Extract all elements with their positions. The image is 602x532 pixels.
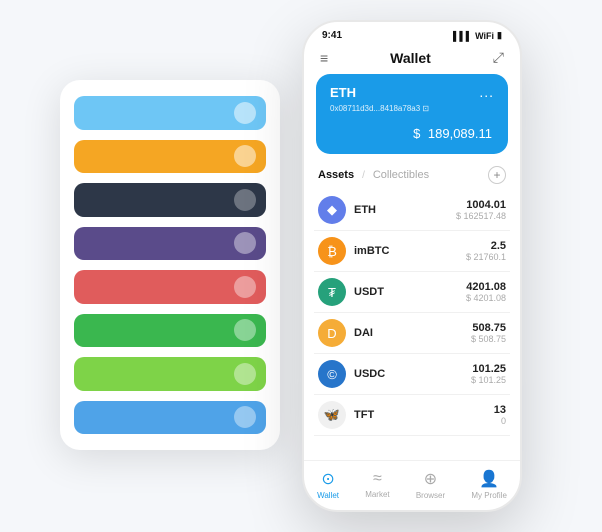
assets-header: Assets / Collectibles + <box>304 164 520 190</box>
eth-card-header: ETH ... <box>330 84 494 100</box>
bg-card-dot <box>234 145 256 167</box>
asset-amount-usd: $ 162517.48 <box>456 211 506 221</box>
bg-card-row <box>74 314 266 348</box>
nav-item-browser[interactable]: ⊕ Browser <box>416 469 445 500</box>
asset-amount-main: 101.25 <box>471 363 506 375</box>
asset-icon-usdc: © <box>318 360 346 388</box>
bottom-navigation: ⊙ Wallet ≈ Market ⊕ Browser 👤 My Profile <box>304 460 520 510</box>
asset-name-usdc: USDC <box>354 368 471 380</box>
bg-card-dot <box>234 189 256 211</box>
asset-icon-dai: D <box>318 319 346 347</box>
asset-amount-main: 508.75 <box>471 322 506 334</box>
nav-icon-wallet: ⊙ <box>321 469 334 489</box>
bg-card-row <box>74 140 266 174</box>
bg-card-dot <box>234 319 256 341</box>
bg-card-row <box>74 183 266 217</box>
asset-name-imbtc: imBTC <box>354 245 466 257</box>
tab-assets[interactable]: Assets <box>318 169 354 181</box>
asset-amount-dai: 508.75$ 508.75 <box>471 322 506 344</box>
phone-mockup: 9:41 ▌▌▌ WiFi ▮ ≡ Wallet ⤢ ETH ... 0x087… <box>302 20 522 512</box>
expand-icon[interactable]: ⤢ <box>493 49 504 66</box>
asset-name-eth: ETH <box>354 204 456 216</box>
asset-name-usdt: USDT <box>354 286 466 298</box>
status-bar: 9:41 ▌▌▌ WiFi ▮ <box>304 22 520 45</box>
eth-balance: $ 189,089.11 <box>330 121 494 144</box>
tab-divider: / <box>362 170 365 181</box>
bg-card-row <box>74 270 266 304</box>
asset-amount-tft: 130 <box>494 404 506 426</box>
page-title: Wallet <box>390 50 431 66</box>
asset-row[interactable]: ◆ ETH1004.01$ 162517.48 <box>314 190 510 231</box>
tab-collectibles[interactable]: Collectibles <box>373 169 429 181</box>
eth-card-options[interactable]: ... <box>479 84 494 100</box>
bg-card-row <box>74 357 266 391</box>
asset-name-tft: TFT <box>354 409 494 421</box>
nav-label-wallet: Wallet <box>317 491 339 500</box>
asset-row[interactable]: 🦋 TFT130 <box>314 395 510 436</box>
bg-card-row <box>74 227 266 261</box>
asset-icon-imbtc: ₿ <box>318 237 346 265</box>
asset-amount-main: 4201.08 <box>466 281 506 293</box>
asset-icon-tft: 🦋 <box>318 401 346 429</box>
asset-icon-eth: ◆ <box>318 196 346 224</box>
asset-amount-eth: 1004.01$ 162517.48 <box>456 199 506 221</box>
nav-item-my-profile[interactable]: 👤 My Profile <box>471 469 507 500</box>
nav-label-market: Market <box>365 490 389 499</box>
bg-card-dot <box>234 232 256 254</box>
background-card <box>60 80 280 450</box>
app-header: ≡ Wallet ⤢ <box>304 45 520 74</box>
eth-card-name: ETH <box>330 85 356 100</box>
wifi-icon: WiFi <box>475 31 494 41</box>
bg-card-dot <box>234 276 256 298</box>
asset-amount-usd: $ 21760.1 <box>466 252 506 262</box>
nav-label-browser: Browser <box>416 491 445 500</box>
copy-icon[interactable]: ⊡ <box>422 104 429 113</box>
balance-symbol: $ <box>413 126 420 141</box>
asset-amount-usd: 0 <box>494 416 506 426</box>
asset-amount-usd: $ 4201.08 <box>466 293 506 303</box>
bg-card-row <box>74 96 266 130</box>
nav-item-market[interactable]: ≈ Market <box>365 470 389 499</box>
bg-card-dot <box>234 363 256 385</box>
status-icons: ▌▌▌ WiFi ▮ <box>453 30 502 41</box>
asset-amount-imbtc: 2.5$ 21760.1 <box>466 240 506 262</box>
bg-card-dot <box>234 102 256 124</box>
nav-icon-my-profile: 👤 <box>479 469 499 489</box>
asset-amount-usd: $ 508.75 <box>471 334 506 344</box>
asset-amount-main: 2.5 <box>466 240 506 252</box>
eth-address: 0x08711d3d...8418a78a3 ⊡ <box>330 104 494 113</box>
asset-row[interactable]: D DAI508.75$ 508.75 <box>314 313 510 354</box>
asset-row[interactable]: © USDC101.25$ 101.25 <box>314 354 510 395</box>
asset-amount-usdt: 4201.08$ 4201.08 <box>466 281 506 303</box>
signal-icon: ▌▌▌ <box>453 31 472 41</box>
asset-row[interactable]: ₿ imBTC2.5$ 21760.1 <box>314 231 510 272</box>
nav-icon-market: ≈ <box>373 470 382 488</box>
assets-tabs: Assets / Collectibles <box>318 169 429 181</box>
asset-amount-main: 1004.01 <box>456 199 506 211</box>
asset-list: ◆ ETH1004.01$ 162517.48 ₿ imBTC2.5$ 21760.1… <box>304 190 520 460</box>
asset-row[interactable]: ₮ USDT4201.08$ 4201.08 <box>314 272 510 313</box>
nav-icon-browser: ⊕ <box>424 469 437 489</box>
eth-wallet-card: ETH ... 0x08711d3d...8418a78a3 ⊡ $ 189,0… <box>316 74 508 154</box>
nav-item-wallet[interactable]: ⊙ Wallet <box>317 469 339 500</box>
asset-name-dai: DAI <box>354 327 471 339</box>
asset-amount-usd: $ 101.25 <box>471 375 506 385</box>
bg-card-dot <box>234 406 256 428</box>
status-time: 9:41 <box>322 30 342 41</box>
nav-label-my-profile: My Profile <box>471 491 507 500</box>
menu-icon[interactable]: ≡ <box>320 50 328 66</box>
battery-icon: ▮ <box>497 30 502 41</box>
bg-card-row <box>74 401 266 435</box>
asset-amount-usdc: 101.25$ 101.25 <box>471 363 506 385</box>
add-asset-button[interactable]: + <box>488 166 506 184</box>
asset-amount-main: 13 <box>494 404 506 416</box>
asset-icon-usdt: ₮ <box>318 278 346 306</box>
